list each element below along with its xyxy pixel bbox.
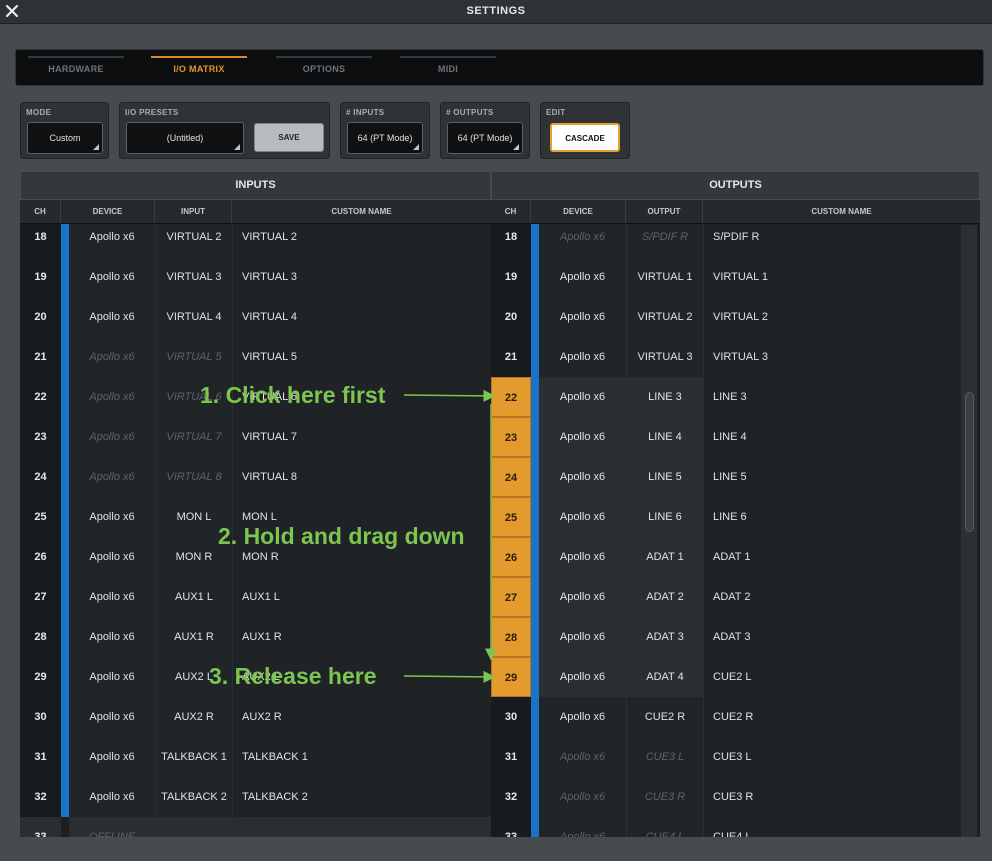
annotation-step3: 3. Release here xyxy=(209,663,377,689)
annotation-step2: 2. Hold and drag down xyxy=(218,523,465,549)
annotation-step1: 1. Click here first xyxy=(200,382,386,408)
arrow-step3 xyxy=(403,670,496,683)
annotation-arrows xyxy=(403,389,497,683)
arrow-step1 xyxy=(403,389,496,402)
